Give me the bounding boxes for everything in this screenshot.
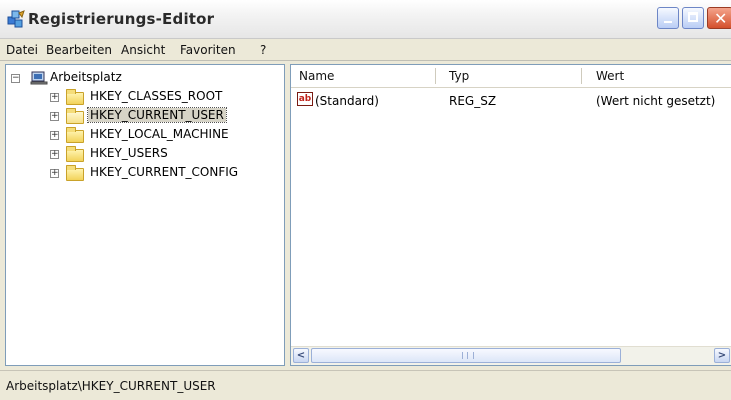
folder-icon [66,146,84,162]
value-name: (Standard) [315,94,379,108]
collapse-icon[interactable]: − [11,74,20,83]
status-path: Arbeitsplatz\HKEY_CURRENT_USER [6,379,216,393]
expand-icon[interactable]: + [50,150,59,159]
tree-item-label: HKEY_CURRENT_CONFIG [90,165,239,179]
scroll-left-button[interactable]: < [293,348,309,363]
list-header: Name Typ Wert [291,65,731,88]
tree-item-label: HKEY_USERS [90,146,168,160]
value-data: (Wert nicht gesetzt) [596,94,716,108]
menu-datei[interactable]: Datei [6,43,38,57]
registry-app-icon [6,9,26,29]
column-separator[interactable] [581,68,582,84]
tree-item-label: HKEY_LOCAL_MACHINE [90,127,229,141]
scroll-right-button[interactable]: > [714,348,730,363]
menu-help[interactable]: ? [260,43,266,57]
minimize-icon [664,21,672,23]
computer-icon [30,71,48,85]
tree-item-hkey-current-user[interactable]: + HKEY_CURRENT_USER [6,107,276,126]
expand-icon[interactable]: + [50,112,59,121]
column-header-name[interactable]: Name [299,69,334,83]
open-folder-icon [66,108,84,124]
tree-item-label: HKEY_CLASSES_ROOT [90,89,223,103]
maximize-button[interactable] [682,7,704,29]
list-item[interactable]: ab (Standard) REG_SZ (Wert nicht gesetzt… [291,92,731,110]
folder-icon [66,127,84,143]
key-tree-pane[interactable]: − Arbeitsplatz + HKEY_CLASSES_ROOT + HKE… [5,64,285,366]
string-value-icon: ab [297,92,313,106]
folder-icon [66,165,84,181]
tree-item-hkey-users[interactable]: + HKEY_USERS [6,145,276,164]
menu-favoriten[interactable]: Favoriten [180,43,236,57]
tree-root-label: Arbeitsplatz [50,70,122,84]
column-header-type[interactable]: Typ [449,69,469,83]
tree-item-hkey-classes-root[interactable]: + HKEY_CLASSES_ROOT [6,88,276,107]
expand-icon[interactable]: + [50,169,59,178]
tree-item-root[interactable]: − Arbeitsplatz [6,69,276,88]
column-header-value[interactable]: Wert [596,69,624,83]
status-bar: Arbeitsplatz\HKEY_CURRENT_USER [0,370,731,400]
maximize-icon [688,12,698,22]
menu-ansicht[interactable]: Ansicht [121,43,165,57]
column-separator[interactable] [435,68,436,84]
window-title: Registrierungs-Editor [28,10,215,28]
values-list-pane[interactable]: Name Typ Wert ab (Standard) REG_SZ (Wert… [290,64,731,366]
menu-bar: Datei Bearbeiten Ansicht Favoriten ? [0,39,731,61]
close-icon: ✕ [714,9,728,28]
scrollbar-thumb[interactable] [311,348,621,363]
close-button[interactable]: ✕ [707,7,731,29]
grip-icon [462,352,474,359]
expand-icon[interactable]: + [50,131,59,140]
minimize-button[interactable] [657,7,679,29]
folder-icon [66,89,84,105]
tree-item-hkey-local-machine[interactable]: + HKEY_LOCAL_MACHINE [6,126,276,145]
horizontal-scrollbar[interactable]: < > [291,346,731,365]
value-type: REG_SZ [449,94,497,108]
menu-bearbeiten[interactable]: Bearbeiten [46,43,112,57]
tree-item-label: HKEY_CURRENT_USER [87,107,227,123]
title-bar[interactable]: Registrierungs-Editor ✕ [0,0,731,39]
expand-icon[interactable]: + [50,93,59,102]
registry-editor-window: Registrierungs-Editor ✕ Datei Bearbeiten… [0,0,731,400]
tree-item-hkey-current-config[interactable]: + HKEY_CURRENT_CONFIG [6,164,276,183]
